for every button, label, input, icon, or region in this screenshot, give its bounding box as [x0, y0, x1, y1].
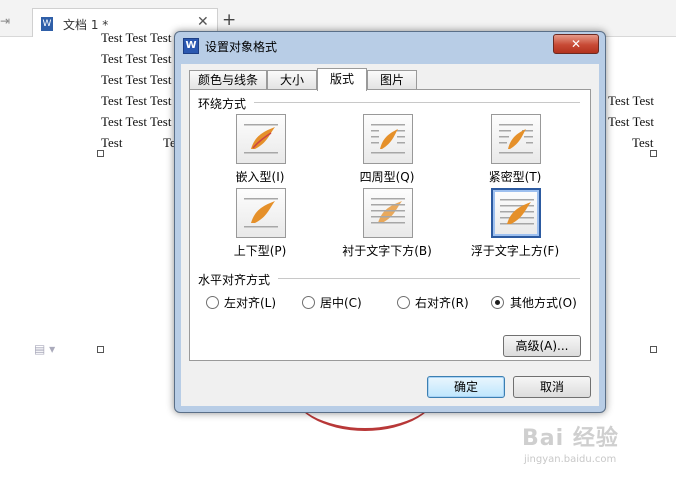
tight-wrap-icon [499, 124, 533, 154]
watermark-text: Bai 经验 [522, 426, 619, 451]
align-center-radio[interactable] [302, 296, 315, 309]
wrap-square-label: 四周型(Q) [359, 170, 415, 184]
tab-colors-lines[interactable]: 颜色与线条 [189, 70, 267, 90]
doc-line: Test [632, 135, 654, 150]
history-arrow-icon[interactable]: ⇥ [0, 14, 10, 28]
wps-writer-icon: W [183, 38, 199, 54]
doc-line: Test Test Test [101, 114, 172, 129]
doc-line: Test Test Test [101, 72, 172, 87]
wrap-behind-text-label: 衬于文字下方(B) [342, 244, 432, 258]
resize-handle[interactable] [97, 150, 104, 157]
layout-panel: 环绕方式 嵌入型(I) 四周型(Q) 紧密型(T) 上下型(P) 衬于文字下方(… [189, 89, 591, 361]
dialog-titlebar[interactable]: W 设置对象格式 ✕ [175, 32, 605, 58]
wrap-tight-button[interactable] [491, 114, 541, 164]
dialog-client: 颜色与线条 大小 版式 图片 环绕方式 嵌入型(I) 四周型(Q) 紧密型(T)… [181, 64, 599, 406]
resize-handle[interactable] [97, 346, 104, 353]
inline-wrap-icon [244, 124, 278, 154]
wrap-top-bottom-button[interactable] [236, 188, 286, 238]
top-bottom-wrap-icon [244, 198, 278, 228]
close-tab-icon[interactable]: ✕ [197, 14, 209, 30]
wrap-inline-button[interactable] [236, 114, 286, 164]
doc-line: Test Test Test [101, 51, 172, 66]
resize-handle[interactable] [650, 150, 657, 157]
in-front-text-icon [500, 199, 534, 225]
doc-line: Test Test Test [101, 30, 172, 45]
align-section-title: 水平对齐方式 [198, 273, 271, 287]
wrap-behind-text-button[interactable] [363, 188, 413, 238]
wrap-top-bottom-label: 上下型(P) [233, 244, 287, 258]
wrap-section-title: 环绕方式 [198, 97, 247, 111]
align-left-label[interactable]: 左对齐(L) [224, 294, 276, 311]
align-other-label[interactable]: 其他方式(O) [510, 294, 577, 311]
doc-line: Test [101, 135, 123, 150]
behind-text-icon [371, 198, 405, 224]
wrap-in-front-label: 浮于文字上方(F) [470, 244, 560, 258]
doc-line: Test Test Test [101, 93, 172, 108]
dialog-title: 设置对象格式 [205, 40, 278, 54]
align-left-radio[interactable] [206, 296, 219, 309]
new-tab-icon[interactable]: + [222, 10, 236, 30]
ok-button[interactable]: 确定 [427, 376, 505, 398]
square-wrap-icon [371, 124, 405, 154]
paragraph-options-icon[interactable]: ▤ ▾ [34, 342, 55, 356]
group-divider [278, 278, 580, 279]
dialog-close-button[interactable]: ✕ [553, 34, 599, 54]
wrap-in-front-button[interactable] [491, 188, 541, 238]
align-other-radio[interactable] [491, 296, 504, 309]
resize-handle[interactable] [650, 346, 657, 353]
wrap-square-button[interactable] [363, 114, 413, 164]
align-center-label[interactable]: 居中(C) [320, 294, 362, 311]
wrap-tight-label: 紧密型(T) [488, 170, 542, 184]
cancel-button[interactable]: 取消 [513, 376, 591, 398]
align-right-radio[interactable] [397, 296, 410, 309]
doc-line: Test Test [608, 114, 654, 129]
doc-line: Test Test [608, 93, 654, 108]
watermark-url: jingyan.baidu.com [524, 454, 617, 465]
word-document-icon: W [41, 17, 53, 31]
baidu-watermark: Bai 经验 jingyan.baidu.com [522, 420, 672, 480]
advanced-button[interactable]: 高级(A)... [503, 335, 581, 357]
format-object-dialog: W 设置对象格式 ✕ 颜色与线条 大小 版式 图片 环绕方式 嵌入型(I) 四周… [174, 31, 606, 413]
tab-size[interactable]: 大小 [267, 70, 317, 90]
tab-picture[interactable]: 图片 [367, 70, 417, 90]
tab-layout[interactable]: 版式 [317, 68, 367, 91]
group-divider [254, 102, 580, 103]
wrap-inline-label: 嵌入型(I) [235, 170, 285, 184]
align-right-label[interactable]: 右对齐(R) [415, 294, 469, 311]
